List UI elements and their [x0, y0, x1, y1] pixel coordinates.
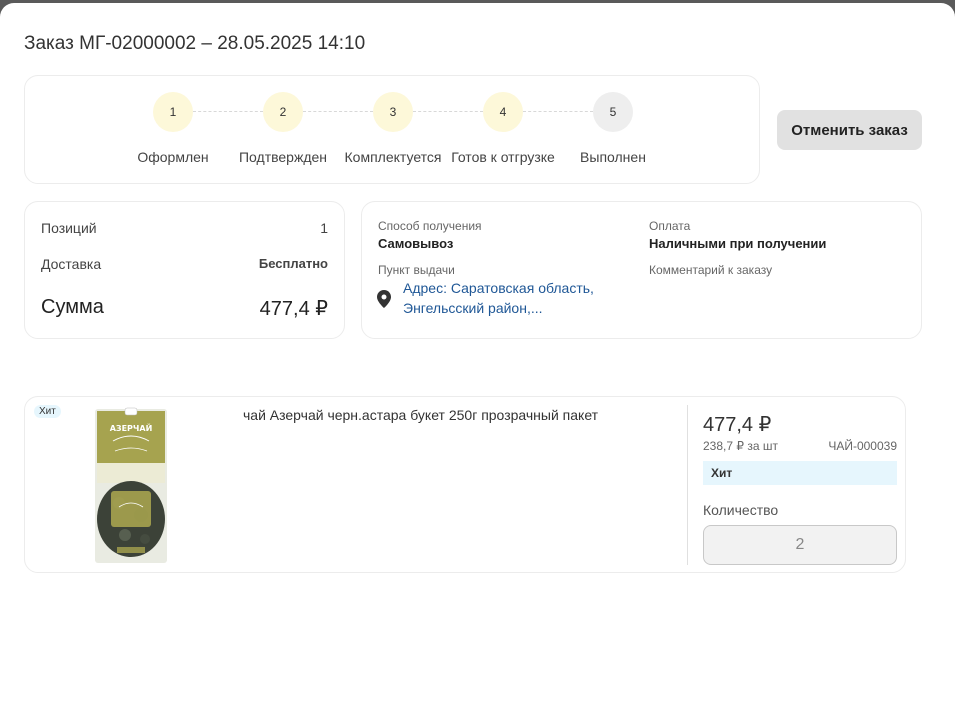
order-summary-card: Позиций 1 Доставка Бесплатно Сумма 477,4…: [24, 201, 345, 339]
quantity-input[interactable]: [703, 525, 897, 565]
step-1: 1 Оформлен: [113, 76, 233, 165]
total-label: Сумма: [41, 296, 104, 318]
order-title: Заказ МГ-02000002 – 28.05.2025 14:10: [24, 33, 366, 54]
method-label: Способ получения: [378, 219, 482, 233]
step-number: 2: [263, 92, 303, 132]
product-brand-text: АЗЕРЧАЙ: [110, 422, 153, 433]
order-status-stepper: 1 Оформлен 2 Подтвержден 3 Комплектуется…: [24, 75, 760, 184]
product-image[interactable]: АЗЕРЧАЙ: [91, 407, 171, 565]
step-number: 5: [593, 92, 633, 132]
product-price: 477,4 ₽: [703, 414, 772, 436]
unit-price: 238,7 ₽ за шт: [703, 439, 778, 453]
hit-tag: Хит: [703, 461, 897, 485]
positions-label: Позиций: [41, 220, 97, 236]
divider: [687, 405, 688, 565]
pickup-address-link[interactable]: Адрес: Саратовская область, Энгельсский …: [403, 278, 623, 318]
order-modal: Заказ МГ-02000002 – 28.05.2025 14:10 1 О…: [0, 3, 955, 710]
step-2: 2 Подтвержден: [223, 76, 343, 165]
step-5: 5 Выполнен: [553, 76, 673, 165]
step-label: Выполнен: [580, 149, 646, 165]
step-label: Комплектуется: [344, 149, 442, 165]
method-value: Самовывоз: [378, 236, 454, 251]
quantity-label: Количество: [703, 502, 779, 518]
payment-value: Наличными при получении: [649, 236, 827, 251]
delivery-value: Бесплатно: [258, 256, 328, 271]
delivery-info-card: Способ получения Самовывоз Оплата Наличн…: [361, 201, 922, 339]
pickup-label: Пункт выдачи: [378, 263, 455, 277]
step-4: 4 Готов к отгрузке: [443, 76, 563, 165]
cancel-order-button[interactable]: Отменить заказ: [777, 110, 922, 150]
step-label: Оформлен: [137, 149, 209, 165]
location-pin-icon: [377, 290, 391, 308]
positions-value: 1: [320, 220, 328, 236]
step-number: 4: [483, 92, 523, 132]
product-name-link[interactable]: чай Азерчай черн.астара букет 250г прозр…: [243, 407, 598, 423]
product-sku: ЧАЙ-000039: [828, 439, 897, 453]
delivery-label: Доставка: [41, 256, 102, 272]
payment-label: Оплата: [649, 219, 691, 233]
step-label: Готов к отгрузке: [451, 149, 555, 165]
hit-badge: Хит: [34, 405, 61, 418]
step-3: 3 Комплектуется: [333, 76, 453, 165]
comment-label: Комментарий к заказу: [649, 263, 773, 277]
step-number: 1: [153, 92, 193, 132]
product-card: Хит АЗЕРЧАЙ чай Азерчай черн.астара буке…: [24, 396, 906, 573]
delivery-row: Доставка Бесплатно: [41, 256, 328, 272]
total-value: 477,4 ₽: [259, 298, 328, 320]
positions-row: Позиций 1: [41, 220, 328, 236]
total-row: Сумма 477,4 ₽: [41, 296, 328, 321]
step-label: Подтвержден: [238, 149, 328, 165]
step-number: 3: [373, 92, 413, 132]
